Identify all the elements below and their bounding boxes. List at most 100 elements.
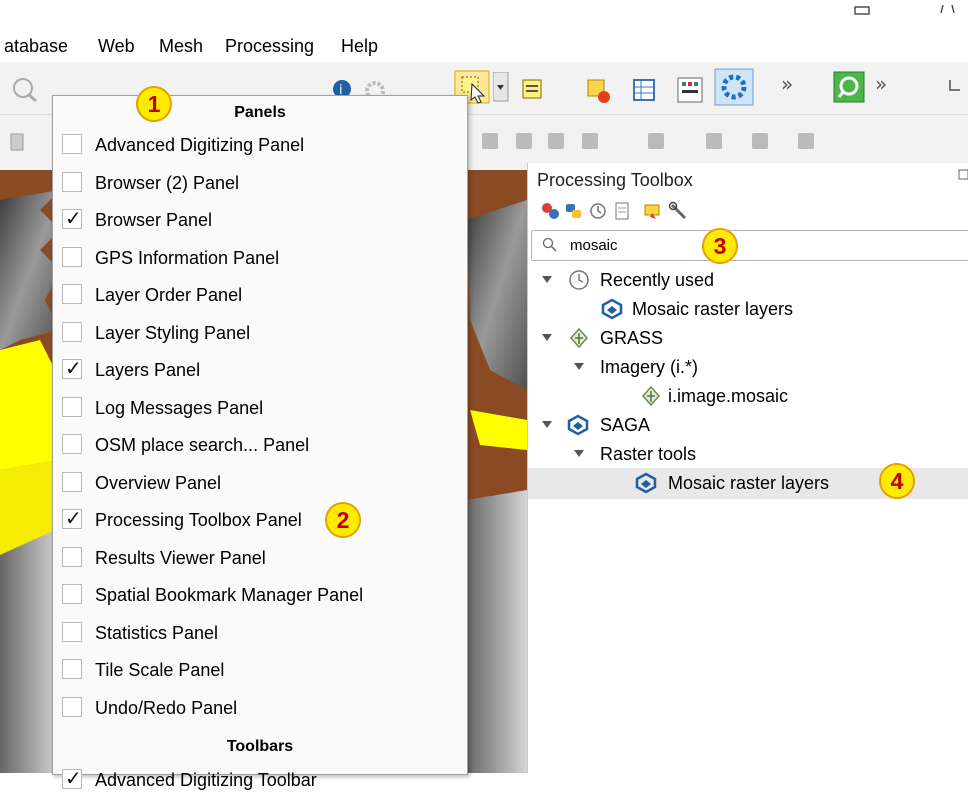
menu-item-layer-order-panel[interactable]: Layer Order Panel (53, 277, 467, 314)
menu-item-gps-information-panel[interactable]: GPS Information Panel (53, 240, 467, 277)
menu-item-spatial-bookmark-manager-panel[interactable]: Spatial Bookmark Manager Panel (53, 577, 467, 614)
menu-item-toolbar[interactable]: ✓ Advanced Digitizing Toolbar (53, 762, 467, 799)
locator-search-icon[interactable] (833, 71, 865, 108)
float-panel-icon[interactable] (958, 169, 968, 184)
tree-row-imagery[interactable]: Imagery (i.*) (528, 354, 968, 382)
menu-processing[interactable]: Processing (225, 36, 314, 57)
menu-mesh[interactable]: Mesh (159, 36, 203, 57)
menu-item-label: Layers Panel (95, 360, 201, 380)
checkbox[interactable] (62, 471, 82, 492)
expanded-arrow-icon[interactable] (574, 450, 584, 457)
digitize-tools-icon[interactable] (476, 129, 916, 160)
menu-item-label: GPS Information Panel (95, 247, 280, 268)
field-calculator-icon[interactable] (676, 76, 704, 109)
checkbox[interactable]: ✓ (62, 766, 82, 790)
delete-icon[interactable] (8, 129, 28, 158)
menu-item-statistics-panel[interactable]: Statistics Panel (53, 615, 467, 652)
chevron-down-icon[interactable] (492, 71, 509, 107)
history-icon[interactable] (588, 201, 608, 226)
expanded-arrow-icon[interactable] (574, 363, 584, 370)
minimize-icon[interactable] (852, 0, 872, 19)
edit-features-icon[interactable] (642, 201, 662, 226)
tree-row-grass-mosaic[interactable]: i.image.mosaic (528, 383, 968, 411)
checkbox[interactable] (62, 396, 82, 417)
select-by-value-icon[interactable] (521, 78, 545, 107)
menu-item-label: Layer Styling Panel (95, 322, 251, 343)
checkbox[interactable] (62, 621, 82, 642)
checkbox[interactable] (62, 546, 82, 567)
menu-item-label: Undo/Redo Panel (95, 697, 238, 718)
deselect-icon[interactable] (586, 78, 612, 109)
menu-item-label: Tile Scale Panel (95, 660, 225, 680)
models-icon[interactable] (540, 201, 560, 226)
tree-row-saga[interactable]: SAGA (528, 412, 968, 440)
tree-label: Mosaic raster layers (668, 473, 830, 493)
menu-bar: atabase Web Mesh Processing Help (0, 32, 968, 60)
menu-item-tile-scale-panel[interactable]: Tile Scale Panel (53, 652, 467, 689)
menu-web[interactable]: Web (98, 36, 135, 57)
menu-help[interactable]: Help (341, 36, 378, 57)
menu-item-label: Spatial Bookmark Manager Panel (95, 585, 364, 605)
window-titlebar (0, 0, 968, 32)
menu-item-browser-panel[interactable]: ✓ Browser Panel (53, 202, 467, 239)
processing-toolbox-icon[interactable] (714, 68, 754, 111)
checkbox[interactable] (62, 171, 82, 192)
view-panels-menu: Panels Advanced Digitizing Panel Browser … (52, 95, 468, 790)
checkbox[interactable] (62, 584, 82, 604)
checkbox[interactable] (62, 321, 82, 342)
annotation-badge-3: 3 (702, 228, 738, 264)
checkbox[interactable]: ✓ (62, 356, 82, 380)
menu-item-label: Advanced Digitizing Toolbar (95, 770, 317, 790)
expanded-arrow-icon[interactable] (542, 421, 552, 428)
menu-item-log-messages-panel[interactable]: Log Messages Panel (53, 390, 467, 427)
menu-item-undo-redo-panel[interactable]: Undo/Redo Panel (53, 690, 467, 727)
search-input[interactable]: mosaic (531, 230, 968, 261)
menu-item-label: Processing Toolbox Panel (95, 510, 302, 530)
overflow-button-2[interactable]: » (875, 72, 887, 96)
menu-item-layers-panel[interactable]: ✓ Layers Panel (53, 352, 467, 389)
tree-row-recently-used[interactable]: Recently used (528, 267, 968, 295)
expanded-arrow-icon[interactable] (542, 334, 552, 341)
menu-item-results-viewer-panel[interactable]: Results Viewer Panel (53, 540, 467, 577)
checkbox[interactable]: ✓ (62, 206, 82, 230)
checkbox[interactable]: ✓ (62, 506, 82, 530)
overflow-button[interactable]: » (781, 72, 793, 96)
checkbox[interactable] (62, 134, 82, 154)
python-icon[interactable] (564, 201, 584, 226)
annotation-badge-4: 4 (879, 463, 915, 499)
check-icon: ✓ (65, 766, 82, 790)
results-icon[interactable] (612, 201, 632, 226)
menu-item-osm-place-search-panel[interactable]: OSM place search... Panel (53, 427, 467, 464)
checkbox[interactable] (62, 284, 82, 304)
tree-row-grass[interactable]: GRASS (528, 325, 968, 353)
menu-item-browser-2-panel[interactable]: Browser (2) Panel (53, 165, 467, 202)
grass-icon (568, 327, 590, 354)
wrench-icon[interactable] (668, 201, 690, 226)
menu-item-advanced-digitizing-panel[interactable]: Advanced Digitizing Panel (53, 127, 467, 164)
checkbox[interactable] (62, 246, 82, 267)
attribute-table-icon[interactable] (632, 78, 656, 107)
checkbox[interactable] (62, 696, 82, 717)
tree-label: Mosaic raster layers (632, 299, 794, 319)
menu-item-layer-styling-panel[interactable]: Layer Styling Panel (53, 315, 467, 352)
menu-item-label: Statistics Panel (95, 622, 219, 643)
menu-database[interactable]: atabase (4, 36, 68, 57)
menu-item-label: Advanced Digitizing Panel (95, 135, 305, 155)
expanded-arrow-icon[interactable] (542, 276, 552, 283)
tree-label: Imagery (i.*) (600, 357, 699, 377)
checkbox[interactable] (62, 434, 82, 454)
tree-row-recent-mosaic[interactable]: Mosaic raster layers (528, 296, 968, 324)
checkbox[interactable] (62, 659, 82, 679)
search-value: mosaic (570, 237, 618, 254)
tree-label: Raster tools (600, 444, 697, 464)
zoom-native-icon[interactable] (10, 76, 40, 107)
menu-item-label: Browser (2) Panel (95, 172, 240, 193)
menu-item-overview-panel[interactable]: Overview Panel (53, 465, 467, 502)
clock-icon (568, 269, 590, 296)
pointer-icon[interactable] (948, 78, 968, 107)
close-icon[interactable] (938, 0, 958, 19)
menu-item-processing-toolbox-panel[interactable]: ✓ Processing Toolbox Panel (53, 502, 467, 539)
check-icon: ✓ (65, 506, 82, 530)
tree-label: GRASS (600, 328, 664, 348)
menu-item-label: Overview Panel (95, 472, 222, 493)
